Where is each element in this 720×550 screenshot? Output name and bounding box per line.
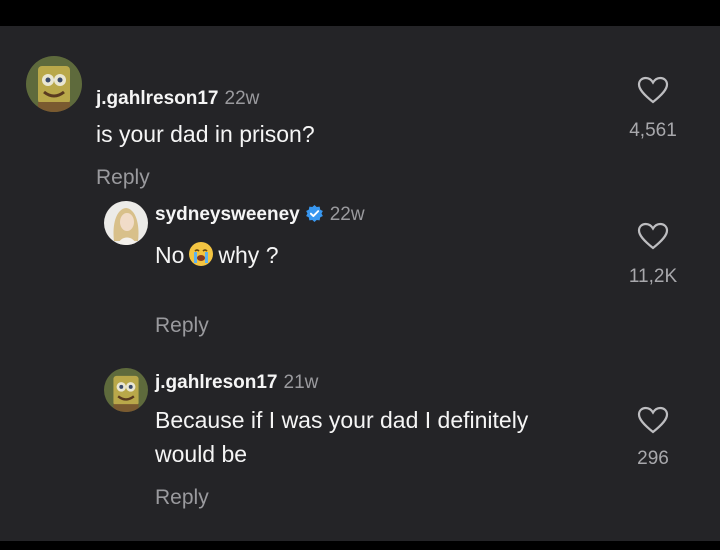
commenter-avatar[interactable] (26, 56, 82, 112)
comment-text-line: Because if I was your dad I definitely (155, 407, 529, 433)
comment-time: 21w (283, 372, 319, 393)
heart-outline-icon[interactable] (637, 406, 669, 434)
comment-text: is your dad in prison? (96, 121, 315, 147)
like-count: 4,561 (629, 120, 677, 141)
reply-button[interactable]: Reply (96, 166, 150, 190)
heart-outline-icon[interactable] (637, 76, 669, 104)
comment-text: No why ? (155, 238, 279, 272)
comment-text-line: would be (155, 441, 248, 467)
commenter-avatar[interactable] (104, 368, 148, 412)
reply-button[interactable]: Reply (155, 486, 209, 510)
comment-text: Because if I was your dad I definitely w… (155, 403, 528, 471)
commenter-avatar[interactable] (104, 201, 148, 245)
comment-time: 22w (329, 204, 365, 225)
crying-face-emoji-icon (189, 242, 214, 266)
username-text[interactable]: sydneysweeney (155, 204, 300, 225)
verified-badge-icon (305, 204, 323, 223)
blonde-woman-avatar-icon (104, 201, 148, 245)
like-count: 11,2K (628, 266, 678, 287)
comments-panel: j.gahlreson17 22w is your dad in prison? … (0, 26, 720, 541)
spongebob-avatar-icon (104, 368, 148, 412)
comment-username[interactable]: j.gahlreson17 21w (155, 372, 318, 394)
comment-username[interactable]: sydneysweeney 22w (155, 204, 365, 226)
heart-outline-icon[interactable] (637, 222, 669, 250)
username-text[interactable]: j.gahlreson17 (96, 88, 219, 109)
comment-text-part: No (155, 242, 185, 268)
spongebob-avatar-icon (26, 56, 82, 112)
comment-username[interactable]: j.gahlreson17 22w (96, 88, 259, 110)
username-text[interactable]: j.gahlreson17 (155, 372, 278, 393)
comment-text-part: why ? (218, 242, 279, 268)
like-count: 296 (637, 448, 669, 469)
reply-button[interactable]: Reply (155, 314, 209, 338)
comment-time: 22w (224, 88, 260, 109)
